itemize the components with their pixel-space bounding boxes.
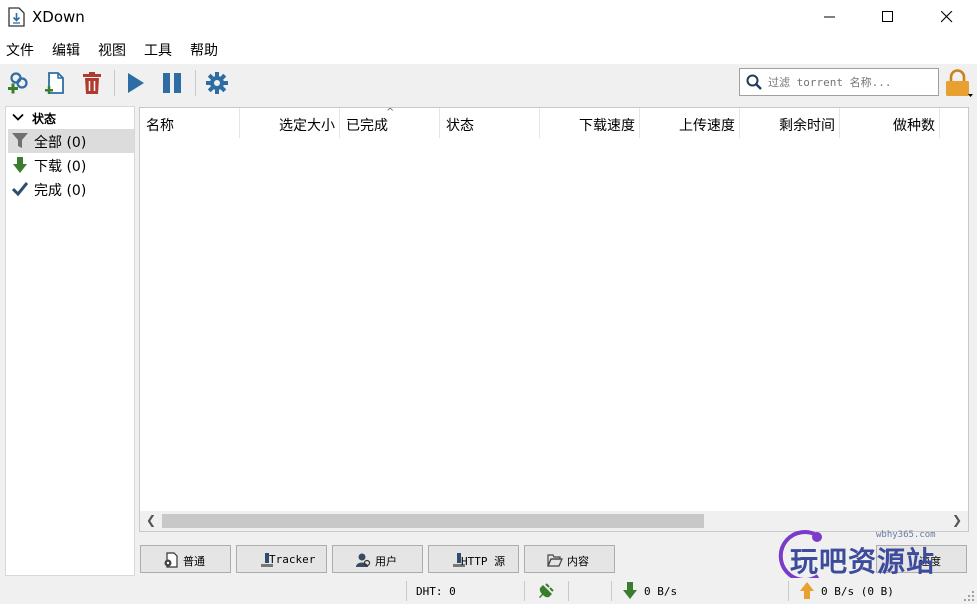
menu-tools[interactable]: 工具 (144, 40, 172, 60)
sidebar-item-label: 全部 (0) (34, 135, 87, 151)
menu-help[interactable]: 帮助 (190, 40, 218, 60)
torrent-list[interactable]: 名称 选定大小 已完成 ^ 状态 下载速度 上传速度 剩余时间 做种数 ❮ ❯ (139, 107, 969, 532)
filter-icon (12, 133, 28, 148)
close-button[interactable] (919, 0, 977, 34)
dht-status: DHT: 0 (416, 585, 456, 598)
add-link-icon (8, 72, 28, 94)
window-title: XDown (32, 8, 85, 26)
chevron-down-icon (12, 113, 24, 121)
sidebar-item-completed[interactable]: 完成 (0) (8, 177, 134, 201)
folder-open-icon (547, 554, 563, 567)
document-gear-icon (164, 552, 178, 568)
sidebar-item-label: 下载 (0) (34, 159, 87, 175)
scroll-left-icon[interactable]: ❮ (142, 513, 160, 529)
add-magnet-button[interactable] (4, 68, 34, 98)
settings-button[interactable] (202, 68, 232, 98)
checkmark-icon (12, 182, 28, 197)
maximize-button[interactable] (860, 0, 918, 34)
new-file-icon (45, 72, 64, 94)
scrollbar-thumb[interactable] (162, 514, 704, 528)
minimize-button[interactable] (802, 0, 860, 34)
user-icon (356, 553, 371, 567)
pause-button[interactable] (157, 68, 187, 98)
column-header-size[interactable]: 选定大小 (240, 108, 340, 138)
upload-speed: 0 B/s (0 B) (821, 585, 894, 598)
toolbar-separator (195, 70, 196, 96)
download-speed-icon (623, 582, 637, 599)
play-icon (128, 73, 144, 93)
upload-speed-icon (800, 582, 814, 599)
column-header-download-speed[interactable]: 下载速度 (540, 108, 640, 138)
trash-icon (83, 72, 101, 94)
column-header-eta[interactable]: 剩余时间 (740, 108, 840, 138)
status-separator (611, 581, 612, 601)
search-input[interactable] (768, 73, 934, 91)
download-arrow-icon (13, 157, 27, 173)
add-torrent-file-button[interactable] (40, 68, 70, 98)
sidebar-item-all[interactable]: 全部 (0) (8, 129, 134, 153)
lock-button[interactable] (944, 68, 974, 98)
column-header-status[interactable]: 状态 (440, 108, 540, 138)
resize-grip-icon[interactable] (963, 590, 975, 602)
pause-icon (163, 73, 181, 93)
connection-plug-icon[interactable] (537, 582, 555, 600)
menu-bar: 文件 编辑 视图 工具 帮助 (0, 34, 977, 64)
download-speed: 0 B/s (644, 585, 678, 598)
minimize-icon (824, 16, 835, 18)
sort-ascending-icon: ^ (386, 107, 395, 118)
gear-icon (206, 72, 228, 94)
search-icon (746, 74, 762, 90)
status-separator (406, 581, 407, 601)
toolbar-separator (114, 70, 115, 96)
status-bar: DHT: 0 0 B/s 0 B/s (0 B) (0, 578, 977, 604)
app-icon (8, 7, 25, 27)
column-header-name[interactable]: 名称 (140, 108, 240, 138)
status-filter-panel: 状态 全部 (0) 下载 (0) 完成 (0) (5, 106, 135, 576)
watermark-url: wbhy365.com (876, 530, 936, 540)
menu-file[interactable]: 文件 (6, 40, 34, 60)
sidebar-item-label: 完成 (0) (34, 183, 87, 199)
menu-edit[interactable]: 编辑 (52, 40, 80, 60)
watermark-logo: wbhy365.com 玩吧资源站 (770, 528, 970, 583)
menu-view[interactable]: 视图 (98, 40, 126, 60)
status-group-header[interactable]: 状态 (8, 109, 132, 129)
sidebar-item-downloading[interactable]: 下载 (0) (8, 153, 134, 177)
filter-search-box[interactable] (739, 68, 939, 96)
column-header-seeds[interactable]: 做种数 (840, 108, 940, 138)
close-icon (941, 11, 953, 23)
tab-general[interactable]: 普通 (140, 545, 231, 573)
tab-http-sources[interactable]: HTTP 源 (428, 545, 519, 573)
status-separator (788, 581, 789, 601)
scroll-right-icon[interactable]: ❯ (948, 513, 966, 529)
column-header-upload-speed[interactable]: 上传速度 (640, 108, 740, 138)
tab-peers[interactable]: 用户 (332, 545, 423, 573)
delete-button[interactable] (77, 68, 107, 98)
status-separator (524, 581, 525, 601)
title-bar: XDown (0, 0, 977, 34)
tab-tracker[interactable]: Tracker (236, 545, 327, 573)
resume-button[interactable] (120, 68, 150, 98)
status-separator (568, 581, 569, 601)
tab-content[interactable]: 内容 (524, 545, 615, 573)
maximize-icon (882, 11, 893, 22)
status-group-label: 状态 (32, 112, 57, 126)
watermark-text: 玩吧资源站 (790, 545, 936, 578)
lock-icon (946, 69, 973, 97)
